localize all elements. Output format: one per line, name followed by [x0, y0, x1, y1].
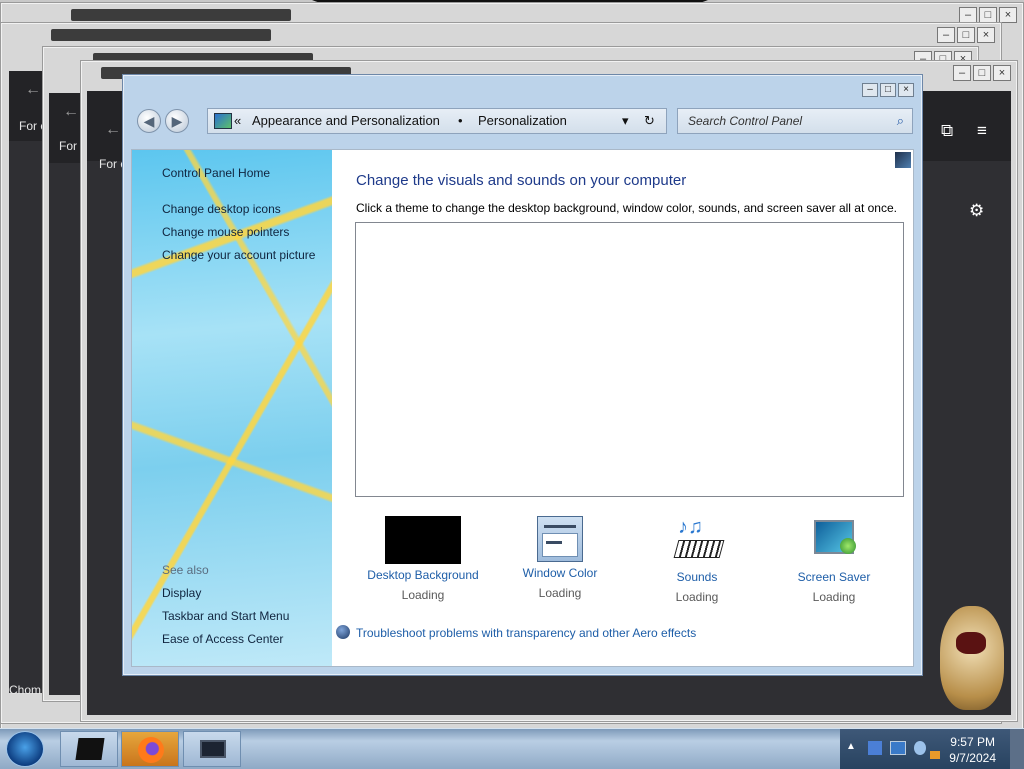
firefox-icon [138, 737, 164, 763]
taskbar-terminal-button[interactable] [60, 731, 118, 767]
breadcrumb-personalization[interactable]: Personalization [478, 113, 567, 128]
desktop-background-icon [385, 516, 461, 564]
maximize-button[interactable]: □ [880, 83, 896, 97]
sidebar-item-change-mouse-pointers[interactable]: Change mouse pointers [162, 225, 289, 239]
breadcrumb-appearance[interactable]: Appearance and Personalization [252, 113, 440, 128]
tray-volume-icon[interactable] [914, 741, 926, 755]
control-panel-icon [214, 113, 232, 129]
desktop-background-tile[interactable]: Desktop Background Loading [358, 516, 488, 602]
window-color-icon [537, 516, 583, 562]
minimize-button[interactable]: – [937, 27, 955, 43]
navigation-bar: ◀ ▶ « Appearance and Personalization • P… [133, 105, 913, 141]
window-controls: – □ × [937, 27, 995, 43]
search-input[interactable]: Search Control Panel ⌕ [677, 108, 913, 134]
minimize-button[interactable]: – [959, 7, 977, 23]
screen-saver-icon [810, 516, 858, 566]
taskbar-display-button[interactable] [183, 731, 241, 767]
window-controls: – □ × [959, 7, 1017, 23]
address-bar[interactable]: « Appearance and Personalization • Perso… [207, 108, 667, 134]
forward-arrow-icon: ▶ [171, 113, 183, 129]
screen-saver-tile[interactable]: Screen Saver Loading [769, 516, 899, 604]
maximize-button[interactable]: □ [957, 27, 975, 43]
extensions-icon[interactable]: ⧉ [941, 121, 953, 141]
sidebar-item-display[interactable]: Display [162, 586, 201, 600]
see-also-heading: See also [162, 563, 209, 577]
sounds-icon: ♪♫ [672, 516, 725, 566]
breadcrumb-separator[interactable]: • [458, 113, 463, 128]
sounds-tile[interactable]: ♪♫ Sounds Loading [632, 516, 762, 604]
address-dropdown-icon[interactable]: ▾ [622, 113, 629, 129]
mascot-mouth [956, 632, 986, 654]
back-arrow-icon[interactable]: ← [25, 81, 41, 99]
tab-title: For [59, 139, 77, 153]
theme-list[interactable] [355, 222, 904, 497]
clock-time: 9:57 PM [950, 735, 995, 749]
window-controls: – □ × [862, 83, 914, 97]
taskbar-firefox-button[interactable] [121, 731, 179, 767]
personalization-window[interactable]: – □ × ◀ ▶ « Appearance and Personalizati… [122, 74, 923, 676]
content-pane: Control Panel Home Change desktop icons … [131, 149, 914, 667]
display-icon [200, 740, 226, 758]
sidebar-item-taskbar-start-menu[interactable]: Taskbar and Start Menu [162, 609, 289, 623]
start-button[interactable] [6, 731, 44, 767]
troubleshoot-text[interactable]: Troubleshoot problems with transparency … [356, 626, 696, 640]
magnifier-icon[interactable]: ⌕ [897, 113, 904, 129]
window-title-bar [51, 29, 271, 41]
back-arrow-icon[interactable]: ← [105, 121, 121, 139]
search-placeholder: Search Control Panel [688, 114, 803, 128]
breadcrumb-chevrons[interactable]: « [234, 113, 241, 128]
refresh-icon[interactable]: ↻ [644, 113, 655, 129]
tray-network-icon[interactable] [868, 741, 882, 755]
close-button[interactable]: × [898, 83, 914, 97]
sounds-link[interactable]: Sounds [632, 570, 762, 584]
forward-button[interactable]: ▶ [165, 109, 189, 133]
troubleshoot-icon [336, 625, 350, 639]
minimize-button[interactable]: – [953, 65, 971, 81]
sidebar-item-change-desktop-icons[interactable]: Change desktop icons [162, 202, 281, 216]
window-color-tile[interactable]: Window Color Loading [495, 516, 625, 600]
sidebar-item-ease-of-access[interactable]: Ease of Access Center [162, 632, 283, 646]
back-button[interactable]: ◀ [137, 109, 161, 133]
close-button[interactable]: × [999, 7, 1017, 23]
settings-icon[interactable]: ⚙ [969, 201, 984, 221]
window-color-status: Loading [538, 586, 582, 600]
sidebar-item-change-account-picture[interactable]: Change your account picture [162, 248, 315, 262]
minimize-button[interactable]: – [862, 83, 878, 97]
help-icon[interactable] [895, 152, 911, 168]
window-title-bar [71, 9, 291, 21]
maximize-button[interactable]: □ [973, 65, 991, 81]
window-color-link[interactable]: Window Color [495, 566, 625, 580]
show-hidden-icons[interactable]: ▲ [846, 741, 856, 752]
sounds-status: Loading [675, 590, 719, 604]
maximize-button[interactable]: □ [979, 7, 997, 23]
show-desktop-button[interactable] [1010, 729, 1024, 769]
clock[interactable]: 9:57 PM 9/7/2024 [949, 734, 996, 766]
troubleshoot-link[interactable]: Troubleshoot problems with transparency … [336, 625, 696, 640]
tray-flag-icon[interactable] [930, 751, 940, 759]
mascot-image [940, 606, 1004, 710]
terminal-icon [75, 738, 105, 760]
desktop-background-status: Loading [401, 588, 445, 602]
close-button[interactable]: × [993, 65, 1011, 81]
tray-display-icon[interactable] [890, 741, 906, 755]
sidebar-item-control-panel-home[interactable]: Control Panel Home [162, 166, 270, 180]
page-title: Change the visuals and sounds on your co… [356, 172, 687, 189]
window-controls: – □ × [953, 65, 1011, 81]
page-description: Click a theme to change the desktop back… [356, 201, 897, 215]
screen-saver-link[interactable]: Screen Saver [769, 570, 899, 584]
clock-date: 9/7/2024 [949, 751, 996, 765]
back-arrow-icon[interactable]: ← [63, 103, 79, 121]
task-pane: Control Panel Home Change desktop icons … [132, 150, 332, 666]
close-button[interactable]: × [977, 27, 995, 43]
taskbar-label: Chom [9, 683, 42, 697]
back-arrow-icon: ◀ [143, 113, 155, 129]
notification-area: ▲ 9:57 PM 9/7/2024 [840, 729, 1024, 769]
screen-saver-status: Loading [812, 590, 856, 604]
menu-icon[interactable]: ≡ [977, 121, 987, 141]
taskbar: ▲ 9:57 PM 9/7/2024 [0, 728, 1024, 769]
desktop-background-link[interactable]: Desktop Background [358, 568, 488, 582]
